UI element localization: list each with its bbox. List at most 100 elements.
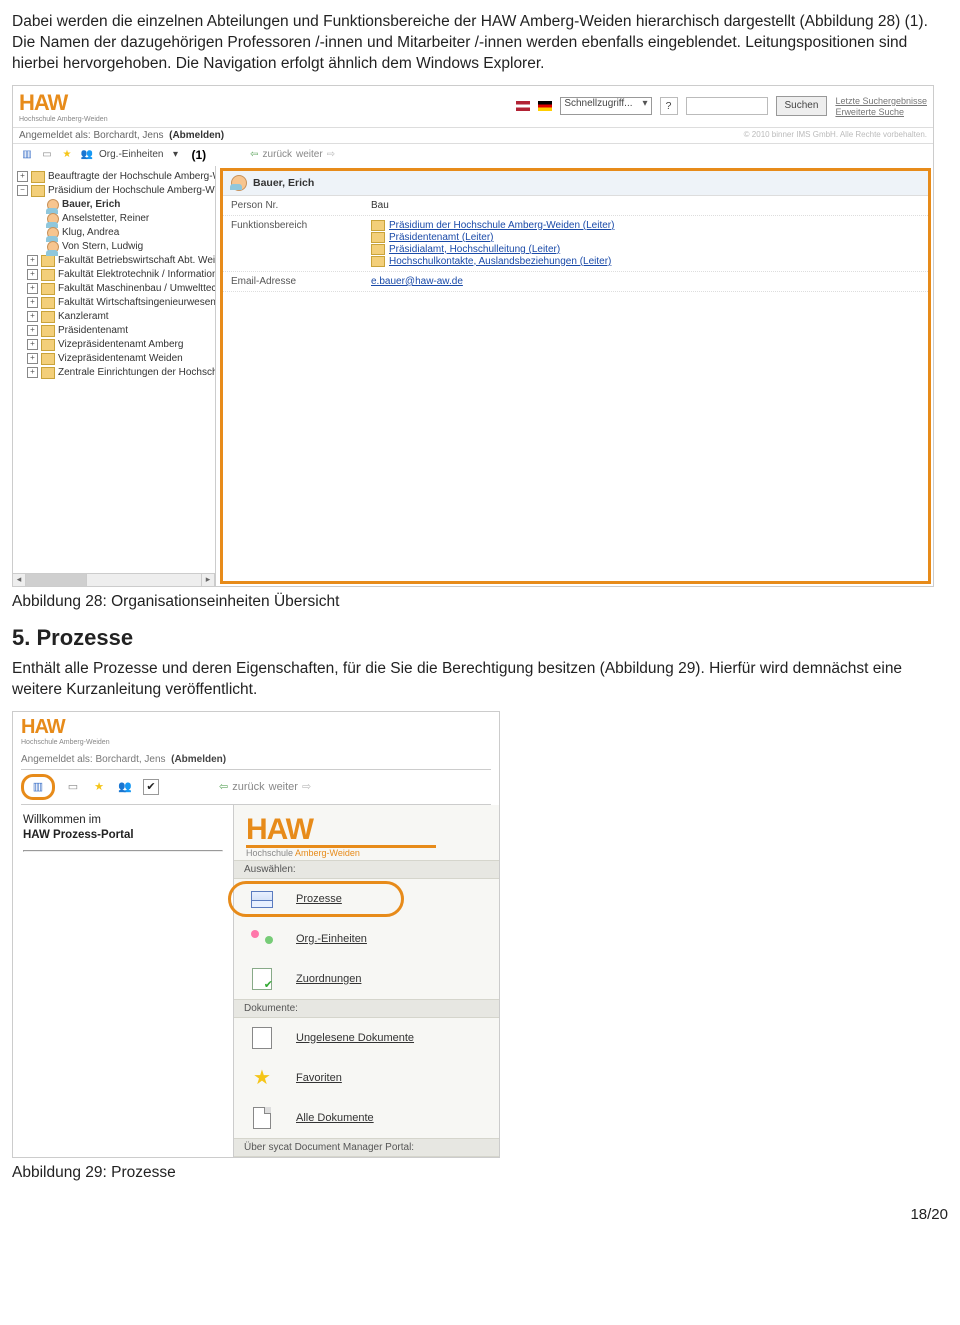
person-icon <box>47 213 59 225</box>
welcome-pane: Willkommen imHAW Prozess-Portal <box>13 805 234 1157</box>
tree-item[interactable]: +Fakultät Betriebswirtschaft Abt. Weiden <box>15 254 213 268</box>
assignments-tab-icon[interactable]: ✔ <box>143 779 159 795</box>
menu-item-ungelesene[interactable]: Ungelesene Dokumente <box>234 1018 499 1058</box>
folder-icon <box>41 255 55 267</box>
back-arrow-icon[interactable]: ⇦ <box>250 149 258 160</box>
forward-link: weiter <box>296 149 323 160</box>
funktionsbereich-link[interactable]: Hochschulkontakte, Auslandsbeziehungen (… <box>371 256 920 267</box>
portal-logo: HAW Hochschule Amberg-Weiden <box>234 805 499 860</box>
login-status: Angemeldet als: Borchardt, Jens (Abmelde… <box>19 130 224 141</box>
tree-item[interactable]: +Fakultät Wirtschaftsingenieurwesen Abt. <box>15 296 213 310</box>
field-label: Person Nr. <box>231 200 371 211</box>
menu-item-favoriten[interactable]: ★ Favoriten <box>234 1058 499 1098</box>
tree-item[interactable]: +Fakultät Maschinenbau / Umwelttechnik A… <box>15 282 213 296</box>
annotation-circle: ▥ <box>21 774 55 800</box>
menu-item-zuordnungen[interactable]: Zuordnungen <box>234 959 499 999</box>
tree-item[interactable]: Von Stern, Ludwig <box>15 240 213 254</box>
orgunits-icon <box>251 930 273 948</box>
dropdown-icon[interactable]: ▾ <box>167 147 183 163</box>
logout-link[interactable]: (Abmelden) <box>171 754 226 765</box>
back-link[interactable]: zurück <box>232 781 264 793</box>
tree-item-selected[interactable]: Bauer, Erich <box>15 198 213 212</box>
quickaccess-select[interactable]: Schnellzugriff... <box>560 97 651 115</box>
prozesse-paragraph: Enthält alle Prozesse und deren Eigensch… <box>12 659 948 701</box>
divider <box>23 850 223 852</box>
folder-icon <box>41 325 55 337</box>
folder-icon <box>371 232 385 243</box>
tree-item[interactable]: +Kanzleramt <box>15 310 213 324</box>
processes-icon <box>251 891 273 907</box>
tree-item[interactable]: +Vizepräsidentenamt Amberg <box>15 338 213 352</box>
funktionsbereich-link[interactable]: Präsidentenamt (Leiter) <box>371 232 920 243</box>
folder-icon <box>371 220 385 231</box>
menu-item-prozesse[interactable]: Prozesse <box>234 879 499 919</box>
help-button[interactable]: ? <box>660 97 678 115</box>
tree-item[interactable]: +Beauftragte der Hochschule Amberg-Weide… <box>15 170 213 184</box>
unread-docs-icon <box>252 1027 272 1049</box>
advanced-search-link[interactable]: Erweiterte Suche <box>835 107 927 117</box>
tree-item[interactable]: +Fakultät Elektrotechnik / Informationst… <box>15 268 213 282</box>
documents-tab-icon[interactable]: ▭ <box>65 779 81 795</box>
figure-28-caption: Abbildung 28: Organisationseinheiten Übe… <box>12 593 948 611</box>
section-header: Über sycat Document Manager Portal: <box>234 1138 499 1157</box>
copyright-text: © 2010 binner IMS GmbH. Alle Rechte vorb… <box>744 130 927 141</box>
figure-29-screenshot: HAW Hochschule Amberg-Weiden Angemeldet … <box>12 711 500 1158</box>
tree-item[interactable]: −Präsidium der Hochschule Amberg-Weiden <box>15 184 213 198</box>
intro-paragraph: Dabei werden die einzelnen Abteilungen u… <box>12 12 948 75</box>
tree-item[interactable]: +Zentrale Einrichtungen der Hochschule A… <box>15 366 213 380</box>
folder-icon <box>371 256 385 267</box>
orgunits-tab-icon[interactable]: 👥 <box>79 147 95 163</box>
login-status: Angemeldet als: Borchardt, Jens (Abmelde… <box>13 750 499 769</box>
menu-item-orgeinheiten[interactable]: Org.-Einheiten <box>234 919 499 959</box>
search-input[interactable] <box>686 97 768 115</box>
horizontal-scrollbar[interactable]: ◂▸ <box>13 573 215 586</box>
tree-item[interactable]: Anselstetter, Reiner <box>15 212 213 226</box>
favorites-tab-icon[interactable]: ★ <box>91 779 107 795</box>
section-heading-prozesse: 5. Prozesse <box>12 625 948 651</box>
folder-icon <box>41 311 55 323</box>
document-icon <box>253 1107 271 1129</box>
tree-item[interactable]: +Präsidentenamt <box>15 324 213 338</box>
email-link[interactable]: e.bauer@haw-aw.de <box>371 276 920 287</box>
back-link[interactable]: zurück <box>263 149 292 160</box>
field-label: Email-Adresse <box>231 276 371 287</box>
orgunits-tab-icon[interactable]: 👥 <box>117 779 133 795</box>
orgunits-tab-label[interactable]: Org.-Einheiten <box>99 149 163 160</box>
detail-name: Bauer, Erich <box>253 177 314 189</box>
assignments-icon <box>252 968 272 990</box>
last-results-link[interactable]: Letzte Suchergebnisse <box>835 96 927 106</box>
annotation-1: (1) <box>191 148 206 162</box>
back-arrow-icon[interactable]: ⇦ <box>219 780 228 793</box>
forward-link: weiter <box>269 781 298 793</box>
folder-icon <box>31 185 45 197</box>
folder-icon <box>41 339 55 351</box>
flag-us-icon[interactable] <box>516 101 530 111</box>
folder-icon <box>371 244 385 255</box>
favorites-tab-icon[interactable]: ★ <box>59 147 75 163</box>
org-tree-pane: +Beauftragte der Hochschule Amberg-Weide… <box>13 166 216 586</box>
detail-panel: Bauer, Erich Person Nr. Bau Funktionsber… <box>220 168 931 584</box>
section-header: Auswählen: <box>234 860 499 879</box>
search-button[interactable]: Suchen <box>776 96 828 116</box>
forward-arrow-icon: ⇨ <box>302 780 311 793</box>
person-icon <box>231 175 247 191</box>
figure-28-screenshot: HAW Hochschule Amberg-Weiden Schnellzugr… <box>12 85 934 587</box>
section-header: Dokumente: <box>234 999 499 1018</box>
processes-tab-icon[interactable]: ▥ <box>19 147 35 163</box>
funktionsbereich-link[interactable]: Präsidialamt, Hochschulleitung (Leiter) <box>371 244 920 255</box>
figure-29-caption: Abbildung 29: Prozesse <box>12 1164 948 1182</box>
processes-tab-icon[interactable]: ▥ <box>30 779 46 795</box>
folder-icon <box>41 367 55 379</box>
logout-link[interactable]: (Abmelden) <box>169 130 224 141</box>
folder-icon <box>41 283 55 295</box>
folder-icon <box>41 297 55 309</box>
tree-item[interactable]: +Vizepräsidentenamt Weiden <box>15 352 213 366</box>
folder-icon <box>41 269 55 281</box>
documents-tab-icon[interactable]: ▭ <box>39 147 55 163</box>
tree-item[interactable]: Klug, Andrea <box>15 226 213 240</box>
funktionsbereich-link[interactable]: Präsidium der Hochschule Amberg-Weiden (… <box>371 220 920 231</box>
menu-item-alledokumente[interactable]: Alle Dokumente <box>234 1098 499 1138</box>
flag-de-icon[interactable] <box>538 101 552 111</box>
folder-icon <box>31 171 45 183</box>
person-icon <box>47 227 59 239</box>
